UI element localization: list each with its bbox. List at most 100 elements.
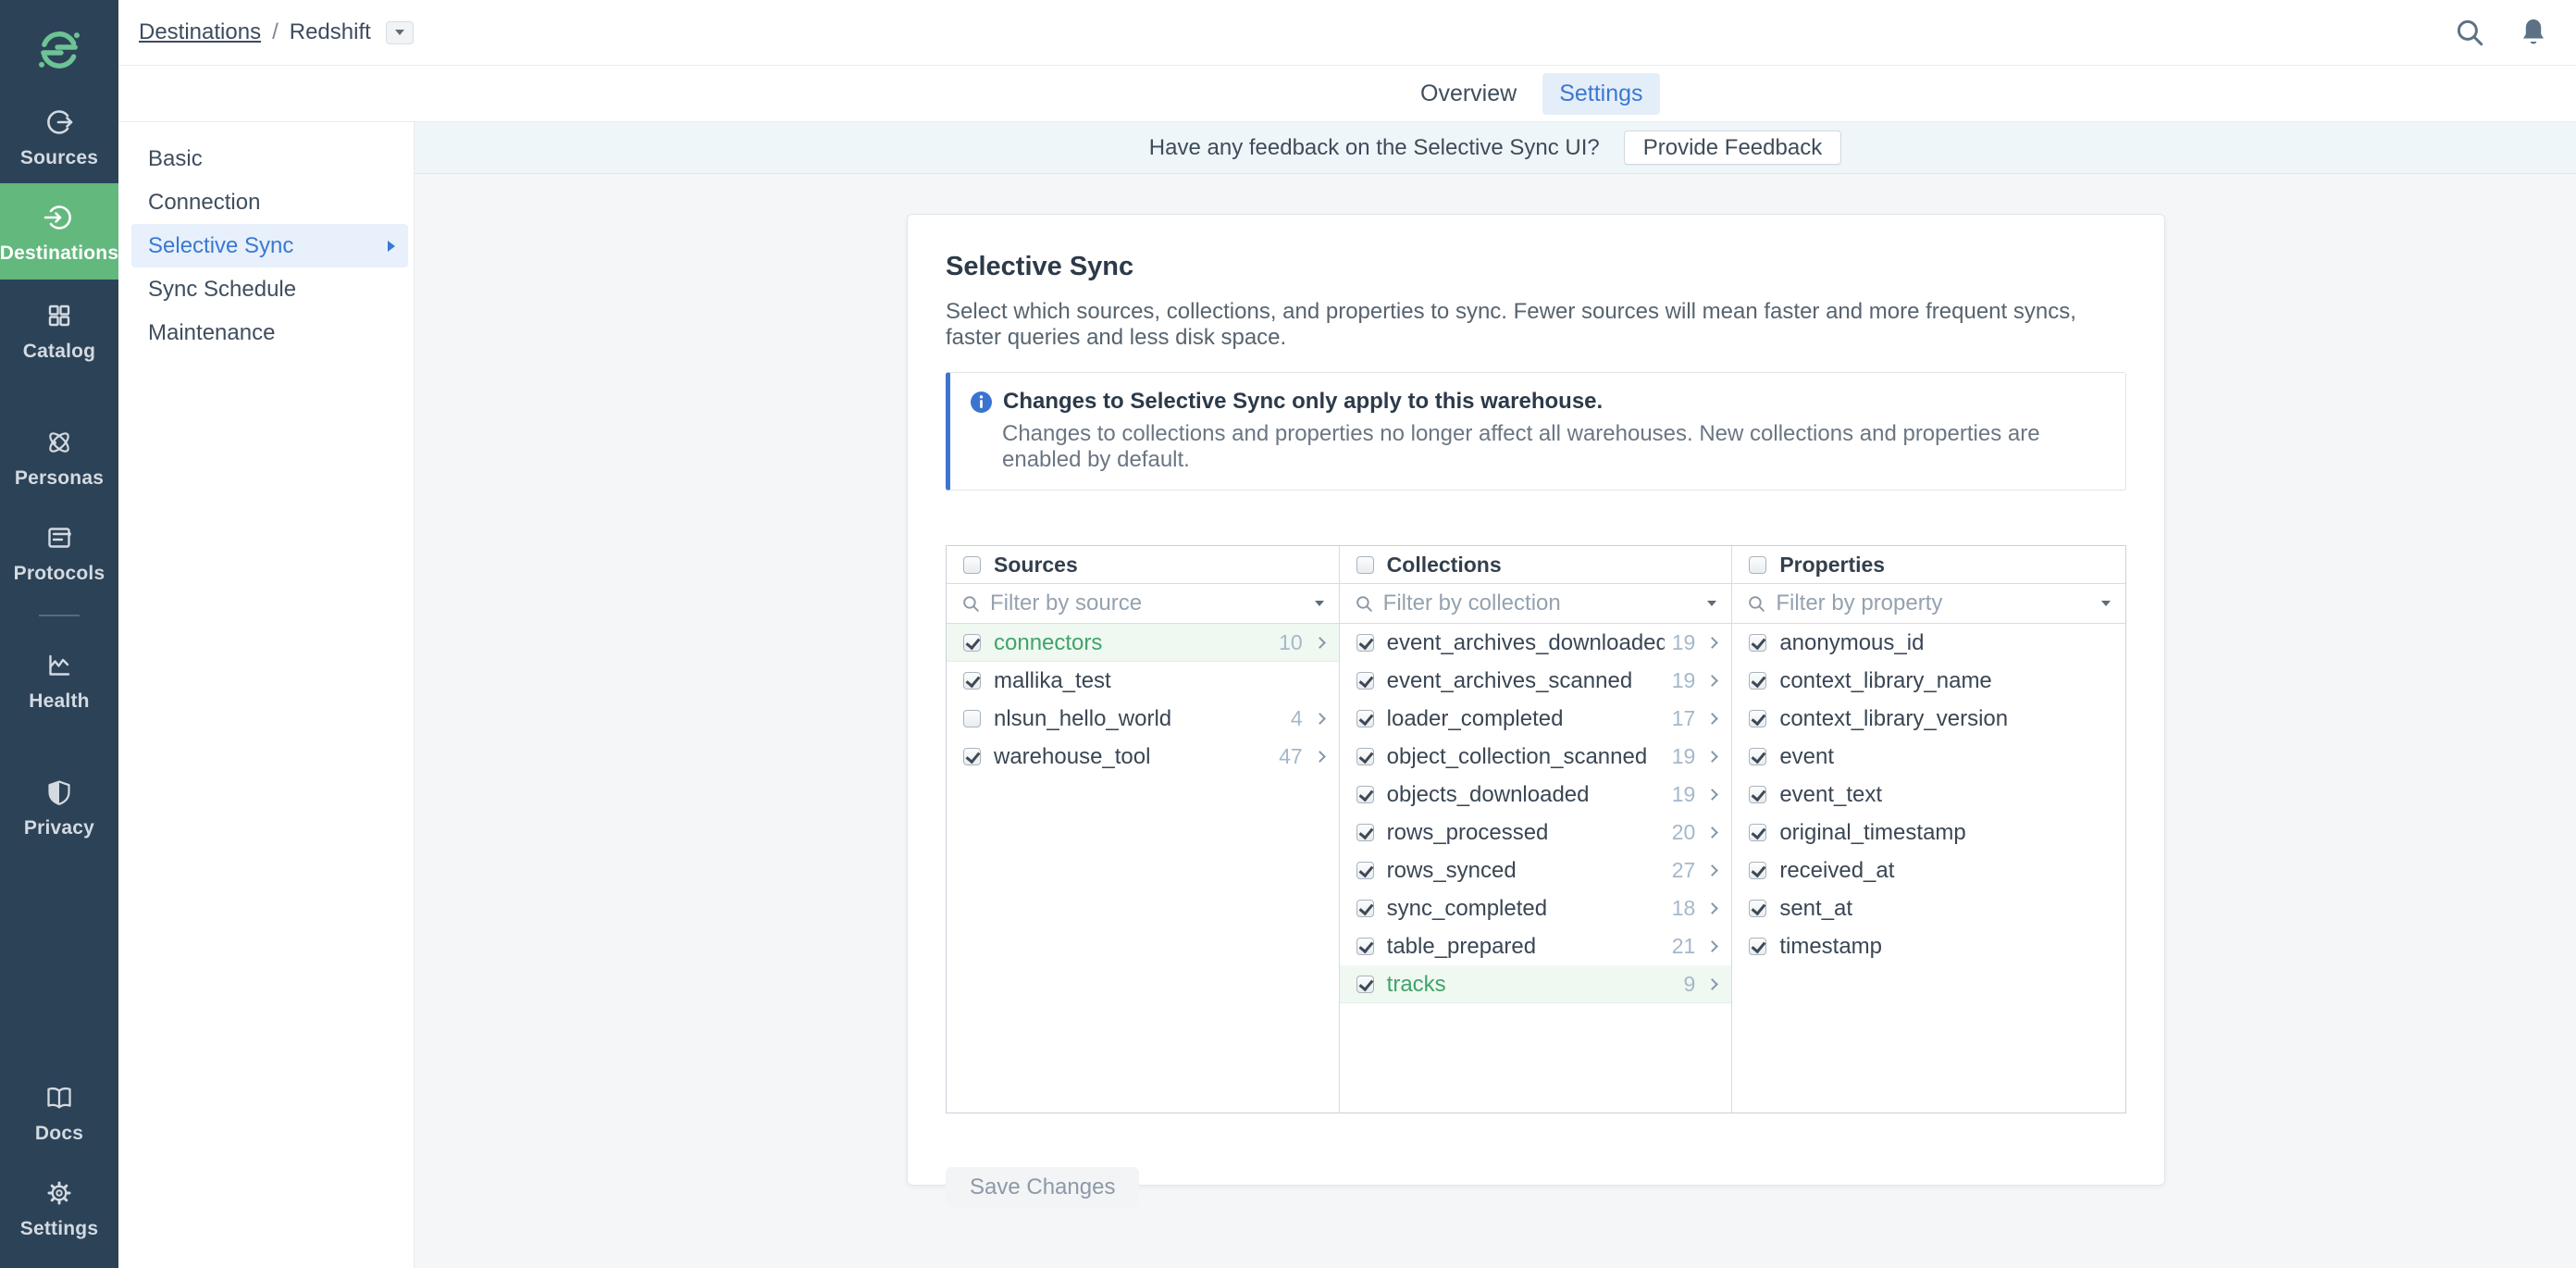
search-icon[interactable] [2452, 15, 2487, 50]
row-count: 19 [1672, 668, 1696, 693]
submenu-item-maintenance[interactable]: Maintenance [118, 311, 414, 354]
list-item-received_at[interactable]: received_at [1732, 852, 2125, 889]
row-checkbox[interactable] [1356, 976, 1374, 993]
submenu-item-connection[interactable]: Connection [118, 180, 414, 224]
list-item-event_archives_downloaded[interactable]: event_archives_downloaded19 [1340, 624, 1732, 662]
row-checkbox[interactable] [963, 672, 981, 690]
list-item-rows_processed[interactable]: rows_processed 20 [1340, 814, 1732, 852]
sidebar-item-privacy[interactable]: Privacy [0, 774, 118, 839]
chevron-down-icon[interactable] [2101, 601, 2111, 606]
destination-switcher-button[interactable] [386, 21, 414, 44]
list-item-nlsun_hello_world[interactable]: nlsun_hello_world 4 [947, 700, 1339, 738]
list-item-warehouse_tool[interactable]: warehouse_tool47 [947, 738, 1339, 776]
sidebar-item-docs[interactable]: Docs [0, 1079, 118, 1145]
list-item-object_collection_scanned[interactable]: object_collection_scanned19 [1340, 738, 1732, 776]
row-checkbox[interactable] [1356, 672, 1374, 690]
list-item-mallika_test[interactable]: mallika_test [947, 662, 1339, 700]
sidebar-item-catalog[interactable]: Catalog [0, 297, 118, 363]
sidebar-item-destinations[interactable]: Destinations [0, 183, 118, 280]
row-checkbox[interactable] [1749, 824, 1766, 841]
row-count: 4 [1291, 706, 1303, 731]
row-checkbox[interactable] [1749, 900, 1766, 917]
sidebar-item-sources[interactable]: Sources [0, 104, 118, 169]
breadcrumb-destinations-link[interactable]: Destinations [139, 19, 261, 45]
segment-logo[interactable] [0, 26, 118, 74]
row-checkbox[interactable] [1749, 634, 1766, 652]
list-item-table_prepared[interactable]: table_prepared21 [1340, 927, 1732, 965]
list-item-connectors[interactable]: connectors10 [947, 624, 1339, 662]
list-item-objects_downloaded[interactable]: objects_downloaded19 [1340, 776, 1732, 814]
row-checkbox[interactable] [1356, 786, 1374, 803]
tab-settings[interactable]: Settings [1542, 73, 1659, 115]
submenu-item-label: Basic [148, 146, 203, 171]
chevron-right-icon [1706, 827, 1718, 839]
filter-by-source-input[interactable] [990, 590, 1306, 616]
row-checkbox[interactable] [1749, 786, 1766, 803]
selective-sync-card: Selective Sync Select which sources, col… [907, 214, 2165, 1186]
list-item-rows_synced[interactable]: rows_synced27 [1340, 852, 1732, 889]
row-checkbox[interactable] [1356, 710, 1374, 727]
select-all-properties-checkbox[interactable] [1749, 556, 1766, 574]
row-checkbox[interactable] [1356, 900, 1374, 917]
select-all-collections-checkbox[interactable] [1356, 556, 1374, 574]
row-checkbox[interactable] [1749, 748, 1766, 765]
row-checkbox[interactable] [1356, 862, 1374, 879]
list-item-original_timestamp[interactable]: original_timestamp [1732, 814, 2125, 852]
list-item-anonymous_id[interactable]: anonymous_id [1732, 624, 2125, 662]
row-checkbox[interactable] [1356, 634, 1374, 652]
provide-feedback-button[interactable]: Provide Feedback [1624, 131, 1841, 165]
row-checkbox[interactable] [963, 710, 981, 727]
chevron-right-icon [1706, 789, 1718, 801]
row-label: nlsun_hello_world [994, 706, 1283, 732]
row-checkbox[interactable] [1749, 672, 1766, 690]
sidebar-item-personas[interactable]: Personas [0, 424, 118, 490]
chevron-right-icon [1314, 637, 1326, 649]
card-title: Selective Sync [946, 252, 2126, 282]
row-count: 20 [1672, 820, 1696, 845]
row-label: original_timestamp [1779, 820, 2111, 846]
list-item-loader_completed[interactable]: loader_completed17 [1340, 700, 1732, 738]
breadcrumb-separator: / [272, 19, 279, 45]
list-item-sent_at[interactable]: sent_at [1732, 889, 2125, 927]
select-all-sources-checkbox[interactable] [963, 556, 981, 574]
list-item-tracks[interactable]: tracks9 [1340, 965, 1732, 1003]
settings-submenu: Basic ConnectionSelective SyncSync Schedu… [118, 122, 415, 1268]
list-item-event[interactable]: event [1732, 738, 2125, 776]
sidebar-item-settings[interactable]: Settings [0, 1175, 118, 1240]
list-item-event_archives_scanned[interactable]: event_archives_scanned19 [1340, 662, 1732, 700]
sidebar-item-label: Protocols [14, 563, 105, 585]
chevron-right-icon [1706, 751, 1718, 763]
chevron-down-icon[interactable] [1315, 601, 1324, 606]
list-item-sync_completed[interactable]: sync_completed18 [1340, 889, 1732, 927]
submenu-item-basic[interactable]: Basic [118, 137, 414, 180]
list-item-timestamp[interactable]: timestamp [1732, 927, 2125, 965]
filter-by-property-input[interactable] [1776, 590, 2092, 616]
list-item-context_library_name[interactable]: context_library_name [1732, 662, 2125, 700]
chevron-down-icon[interactable] [1707, 601, 1716, 606]
row-checkbox[interactable] [1356, 748, 1374, 765]
row-checkbox[interactable] [1749, 862, 1766, 879]
row-checkbox[interactable] [963, 634, 981, 652]
sidebar-item-label: Destinations [0, 242, 118, 265]
save-changes-button[interactable]: Save Changes [946, 1167, 1139, 1207]
sidebar-item-label: Health [29, 690, 89, 713]
row-label: object_collection_scanned [1387, 744, 1665, 770]
settings-icon [41, 1175, 78, 1212]
row-checkbox[interactable] [963, 748, 981, 765]
notifications-bell-icon[interactable] [2517, 15, 2550, 50]
row-label: loader_completed [1387, 706, 1665, 732]
submenu-item-sync-schedule[interactable]: Sync Schedule [118, 267, 414, 311]
row-checkbox[interactable] [1356, 824, 1374, 841]
row-checkbox[interactable] [1749, 938, 1766, 955]
list-item-context_library_version[interactable]: context_library_version [1732, 700, 2125, 738]
column-header: Collections [1387, 553, 1502, 578]
filter-by-collection-input[interactable] [1383, 590, 1699, 616]
submenu-item-selective-sync[interactable]: Selective Sync [131, 224, 408, 267]
sidebar-item-health[interactable]: Health [0, 647, 118, 713]
row-checkbox[interactable] [1356, 938, 1374, 955]
row-checkbox[interactable] [1749, 710, 1766, 727]
list-item-event_text[interactable]: event_text [1732, 776, 2125, 814]
sidebar-item-protocols[interactable]: Protocols [0, 519, 118, 585]
tab-overview[interactable]: Overview [1409, 73, 1528, 115]
row-label: rows_processed [1387, 820, 1665, 846]
